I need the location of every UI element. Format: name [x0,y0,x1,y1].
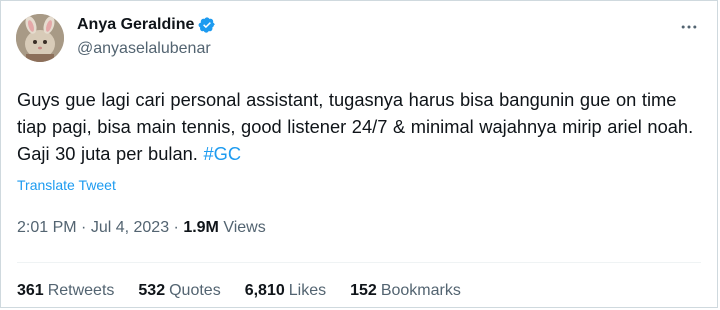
tweet-card: Anya Geraldine @anyaselalubenar Guys gue… [0,0,718,308]
user-handle[interactable]: @anyaselalubenar [77,40,211,58]
bookmarks-label: Bookmarks [380,282,461,299]
tweet-time[interactable]: 2:01 PM [17,219,77,236]
views-count: 1.9M [183,219,219,236]
tweet-meta: 2:01 PM · Jul 4, 2023 · 1.9M Views [17,219,266,237]
more-options-button[interactable] [677,15,701,39]
retweets-count: 361 [17,282,44,299]
quotes-stat[interactable]: 532 Quotes [138,282,220,300]
meta-separator: · [169,219,184,236]
bookmarks-count: 152 [350,282,377,299]
retweets-stat[interactable]: 361 Retweets [17,282,114,300]
tweet-text: Guys gue lagi cari personal assistant, t… [17,86,707,167]
views-label: Views [218,219,266,236]
tweet-date[interactable]: Jul 4, 2023 [91,219,169,236]
quotes-count: 532 [138,282,166,299]
translate-tweet-link[interactable]: Translate Tweet [17,177,116,193]
more-dots-icon [681,25,697,29]
bookmarks-stat[interactable]: 152 Bookmarks [350,282,461,300]
avatar[interactable] [16,14,64,62]
engagement-stats: 361 Retweets 532 Quotes 6,810 Likes 152 Book… [17,282,485,300]
tweet-body: Guys gue lagi cari personal assistant, t… [17,89,694,164]
likes-stat[interactable]: 6,810 Likes [245,282,326,300]
verified-badge-icon [198,16,216,34]
retweets-label: Retweets [47,282,115,299]
meta-separator: · [76,219,91,236]
name-row: Anya Geraldine [77,16,216,34]
likes-label: Likes [288,282,327,299]
hashtag-link[interactable]: #GC [203,143,241,164]
quotes-label: Quotes [169,282,221,299]
likes-count: 6,810 [244,282,285,299]
divider [17,262,701,263]
avatar-image [16,14,64,62]
display-name[interactable]: Anya Geraldine [77,16,194,34]
